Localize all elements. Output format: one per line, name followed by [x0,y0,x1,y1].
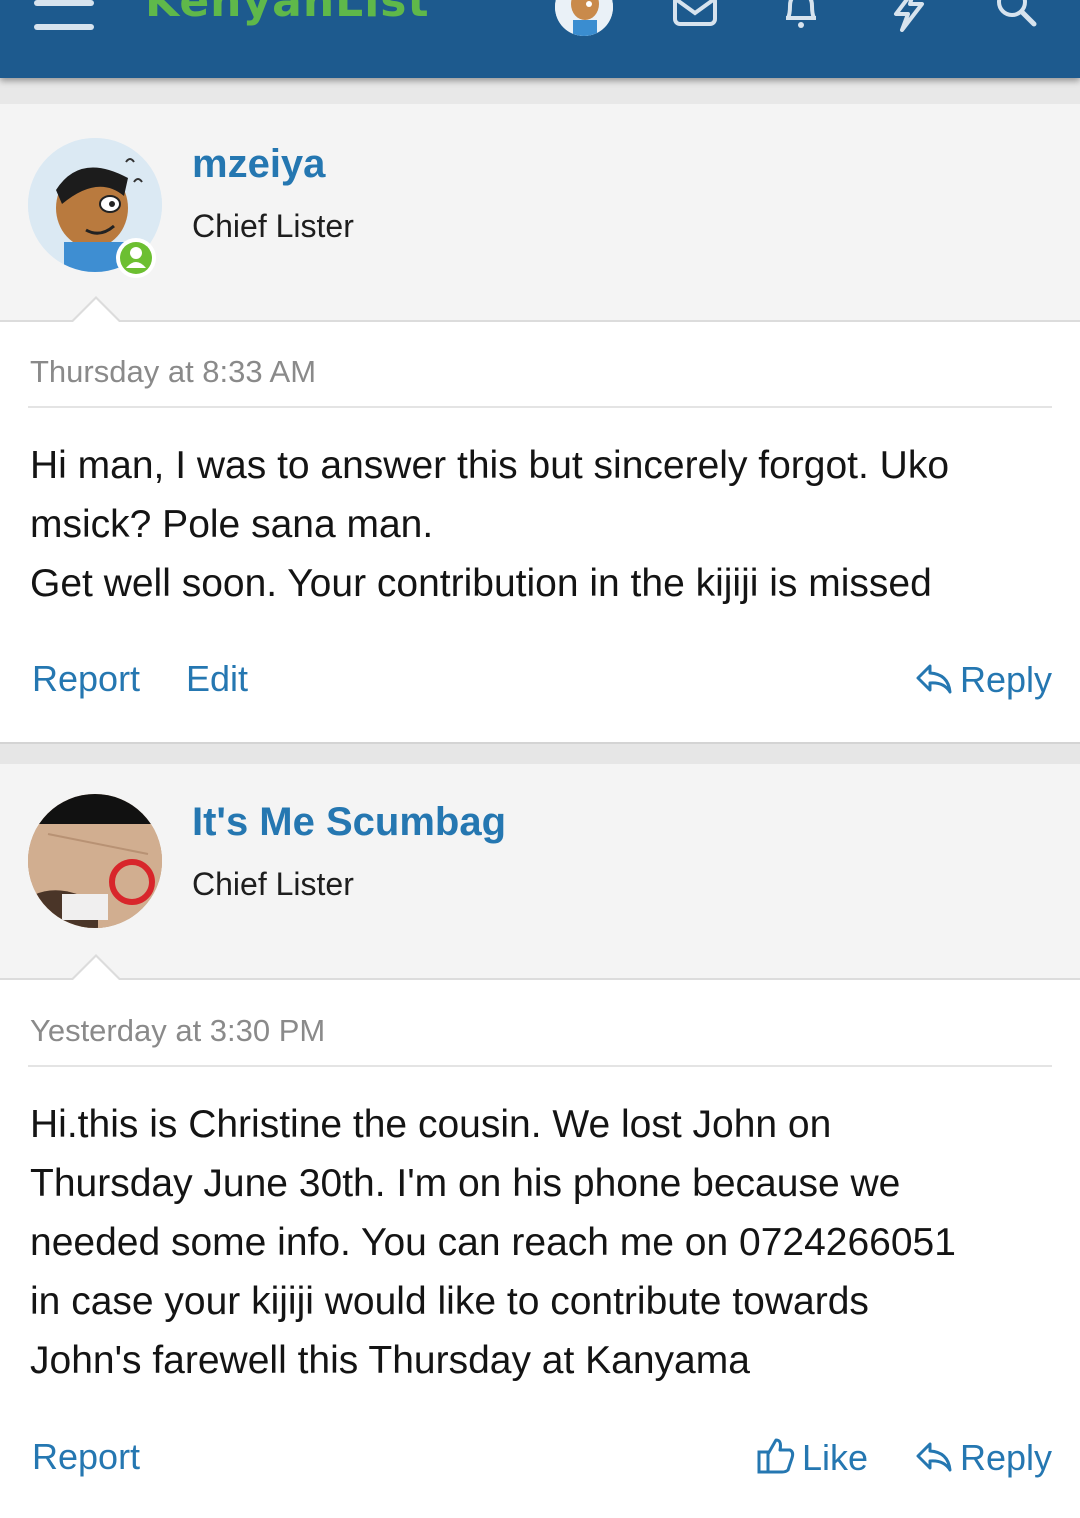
header-pointer-arrow [70,954,122,981]
post-separator [0,742,1080,766]
post-body-line: Hi.this is Christine the cousin. We lost… [30,1103,832,1146]
post-timestamp[interactable]: Thursday at 8:33 AM [30,354,316,390]
post-body-line: Hi man, I was to answer this but sincere… [30,444,950,487]
reply-icon [916,1442,952,1472]
post-user-header: It's Me Scumbag Chief Lister [0,764,1080,980]
post-timestamp[interactable]: Yesterday at 3:30 PM [30,1013,325,1049]
post-body-line: Thursday June 30th. I'm on his phone bec… [30,1162,901,1205]
user-avatar[interactable] [28,794,162,928]
edit-button[interactable]: Edit [186,658,248,700]
current-user-avatar[interactable] [555,0,613,36]
like-button[interactable]: Like [756,1436,868,1479]
envelope-icon[interactable] [672,0,718,34]
menu-icon[interactable] [34,0,94,34]
report-button[interactable]: Report [32,1436,140,1478]
like-label: Like [802,1437,869,1478]
post-user-header: mzeiya Chief Lister [0,104,1080,322]
post-body-line: needed some info. You can reach me on 07… [30,1221,956,1264]
reply-button[interactable]: Reply [914,658,1052,701]
username-link[interactable]: It's Me Scumbag [192,800,506,845]
page-top-separator [0,78,1080,106]
reply-button[interactable]: Reply [914,1436,1052,1479]
post-body-line: msick? Pole sana man. [30,503,434,546]
user-title: Chief Lister [192,866,354,902]
top-navigation-bar: KenyanList [0,0,1080,78]
bolt-icon[interactable] [886,0,932,34]
divider [28,1065,1052,1067]
username-link[interactable]: mzeiya [192,142,325,187]
reply-icon [916,664,952,694]
header-pointer-arrow [70,296,122,323]
report-button[interactable]: Report [32,658,140,700]
post-body: Hi.this is Christine the cousin. We lost… [30,1095,1040,1390]
user-icon [126,247,146,268]
thumbs-up-icon [757,1438,795,1474]
search-icon[interactable] [992,0,1038,34]
post-body-line: Get well soon. Your contribution in the … [30,562,932,605]
bell-icon[interactable] [778,0,824,34]
post-body-line: John's farewell this Thursday at Kanyama [30,1339,750,1382]
divider [28,406,1052,408]
post-body-line: in case your kijiji would like to contri… [30,1280,869,1323]
online-status-badge [116,238,156,278]
user-title: Chief Lister [192,208,354,244]
site-logo[interactable]: KenyanList [145,0,430,27]
reply-label: Reply [960,659,1053,700]
post-body: Hi man, I was to answer this but sincere… [30,436,1040,613]
reply-label: Reply [960,1437,1053,1478]
